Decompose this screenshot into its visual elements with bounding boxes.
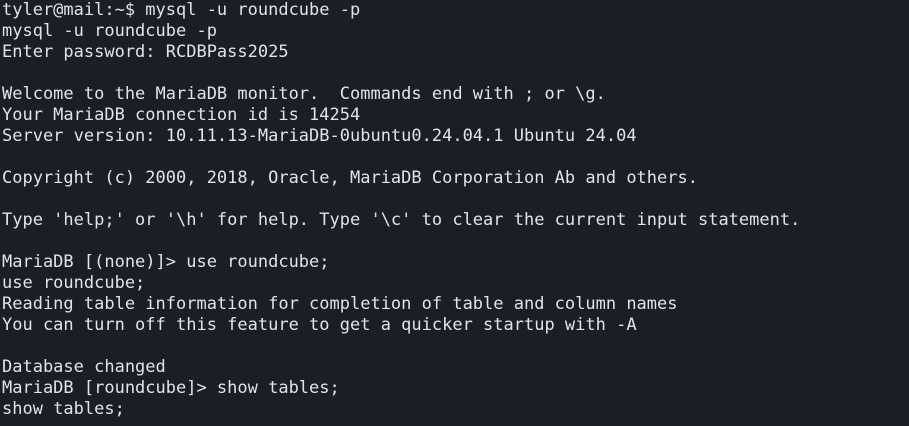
terminal-line-server-version: Server version: 10.11.13-MariaDB-0ubuntu… <box>2 126 637 146</box>
terminal-line-prompt-use: MariaDB [(none)]> use roundcube; <box>2 252 330 272</box>
terminal-line-reading-info: Reading table information for completion… <box>2 294 678 314</box>
terminal-line-copyright: Copyright (c) 2000, 2018, Oracle, MariaD… <box>2 168 698 188</box>
terminal-line-enter-password: Enter password: RCDBPass2025 <box>2 42 289 62</box>
terminal-line-echo-use: use roundcube; <box>2 273 146 293</box>
terminal-window[interactable]: tyler@mail:~$ mysql -u roundcube -p mysq… <box>0 0 909 426</box>
terminal-line-help-hint: Type 'help;' or '\h' for help. Type '\c'… <box>2 210 801 230</box>
terminal-line-prompt-mysql: tyler@mail:~$ mysql -u roundcube -p <box>2 0 361 20</box>
terminal-line-connection-id: Your MariaDB connection id is 14254 <box>2 105 361 125</box>
terminal-line-echo-show-tables: show tables; <box>2 399 125 419</box>
terminal-line-startup-hint: You can turn off this feature to get a q… <box>2 315 637 335</box>
terminal-line-prompt-show-tables: MariaDB [roundcube]> show tables; <box>2 378 340 398</box>
terminal-line-echo-mysql: mysql -u roundcube -p <box>2 21 217 41</box>
terminal-line-welcome: Welcome to the MariaDB monitor. Commands… <box>2 84 606 104</box>
terminal-line-database-changed: Database changed <box>2 357 166 377</box>
